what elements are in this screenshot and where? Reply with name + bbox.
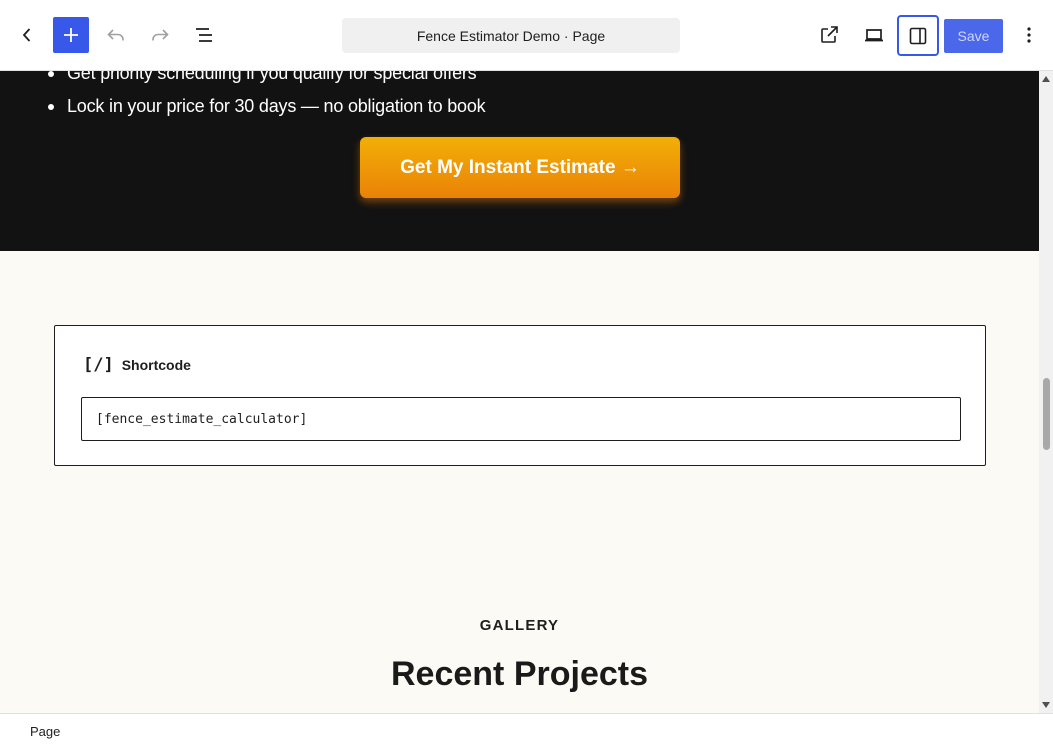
undo-button[interactable]	[98, 17, 134, 53]
redo-button[interactable]	[142, 17, 178, 53]
external-link-icon	[821, 26, 838, 43]
back-button[interactable]	[9, 17, 45, 53]
shortcode-block-title: Shortcode	[121, 357, 191, 373]
shortcode-block[interactable]: [/] Shortcode [fence_estimate_calculator…	[54, 325, 986, 466]
more-vertical-icon	[1027, 27, 1031, 43]
block-breadcrumb-bar: Page	[0, 713, 1053, 745]
benefits-list: Get priority scheduling if you qualify f…	[48, 71, 486, 123]
sidebar-panel-icon	[909, 27, 927, 44]
scrollbar-thumb[interactable]	[1043, 378, 1050, 450]
list-item[interactable]: Lock in your price for 30 days — no obli…	[48, 90, 486, 123]
shortcode-icon: [/]	[83, 355, 114, 375]
undo-icon	[107, 29, 124, 41]
chevron-left-icon	[22, 28, 31, 42]
instant-estimate-button[interactable]: Get My Instant Estimate →	[360, 137, 680, 198]
add-block-button[interactable]	[53, 17, 89, 53]
scroll-up-arrow-icon[interactable]	[1042, 76, 1050, 82]
breadcrumb-item[interactable]: Page	[30, 724, 60, 739]
shortcode-input[interactable]: [fence_estimate_calculator]	[81, 397, 961, 441]
gallery-eyebrow[interactable]: GALLERY	[0, 617, 1039, 634]
cta-section: Get priority scheduling if you qualify f…	[0, 71, 1039, 251]
device-preview-button[interactable]	[856, 17, 892, 53]
redo-icon	[152, 29, 169, 41]
shortcode-block-label: [/] Shortcode	[83, 355, 191, 375]
list-view-icon	[196, 28, 212, 42]
options-button[interactable]	[1011, 17, 1047, 53]
scroll-down-arrow-icon[interactable]	[1042, 702, 1050, 708]
list-view-button[interactable]	[186, 17, 222, 53]
settings-sidebar-toggle[interactable]	[897, 15, 939, 56]
view-page-button[interactable]	[811, 17, 847, 53]
list-item[interactable]: Get priority scheduling if you qualify f…	[48, 71, 485, 90]
editor-toolbar: Fence Estimator Demo · Page Save	[0, 0, 1053, 71]
gallery-heading[interactable]: Recent Projects	[0, 655, 1039, 694]
laptop-icon	[865, 29, 883, 42]
plus-icon	[64, 28, 78, 42]
document-title[interactable]: Fence Estimator Demo · Page	[342, 18, 680, 53]
canvas-scrollbar[interactable]	[1039, 71, 1053, 713]
save-button[interactable]: Save	[944, 19, 1003, 53]
editor-canvas[interactable]: Get priority scheduling if you qualify f…	[0, 71, 1039, 713]
